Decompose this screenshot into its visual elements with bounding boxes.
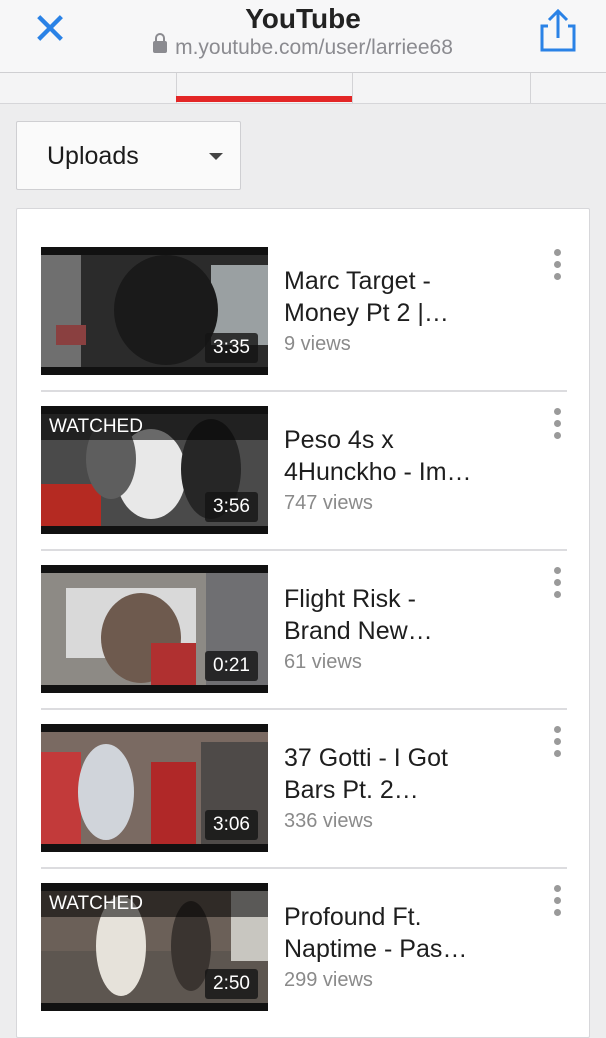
more-options-icon[interactable]	[550, 567, 564, 607]
video-thumbnail[interactable]: WATCHED 3:56	[41, 406, 268, 534]
share-icon[interactable]	[536, 8, 580, 54]
video-thumbnail[interactable]: 3:35	[41, 247, 268, 375]
video-views: 747 views	[284, 492, 373, 514]
tab-divider	[530, 73, 531, 103]
tab-divider	[352, 73, 353, 103]
more-options-icon[interactable]	[550, 249, 564, 289]
video-views: 61 views	[284, 651, 362, 673]
more-options-icon[interactable]	[550, 726, 564, 766]
video-item[interactable]: WATCHED 2:50 Profound Ft. Naptime - Pas……	[41, 845, 567, 1011]
watched-badge: WATCHED	[41, 891, 268, 917]
uploads-dropdown[interactable]: Uploads	[16, 121, 241, 190]
dropdown-label: Uploads	[47, 142, 139, 170]
url-text: m.youtube.com/user/larriee68	[175, 36, 453, 59]
video-duration: 2:50	[205, 969, 258, 999]
video-item[interactable]: WATCHED 3:56 Peso 4s x 4Hunckho - Im… 74…	[41, 368, 567, 534]
channel-tabs	[0, 73, 606, 104]
video-views: 9 views	[284, 333, 351, 355]
video-thumbnail[interactable]: 3:06	[41, 724, 268, 852]
video-views: 336 views	[284, 810, 373, 832]
page-title: YouTube	[245, 3, 361, 34]
watched-badge: WATCHED	[41, 414, 268, 440]
video-item[interactable]: 3:35 Marc Target - Money Pt 2 |… 9 views	[41, 209, 567, 375]
tab-videos-active[interactable]	[176, 96, 352, 102]
video-duration: 3:06	[205, 810, 258, 840]
address-bar[interactable]: m.youtube.com/user/larriee68	[0, 33, 606, 60]
video-thumbnail[interactable]: 0:21	[41, 565, 268, 693]
video-title[interactable]: Profound Ft. Naptime - Pas…	[284, 901, 534, 965]
video-item[interactable]: 3:06 37 Gotti - I Got Bars Pt. 2… 336 vi…	[41, 686, 567, 852]
more-options-icon[interactable]	[550, 408, 564, 448]
caret-down-icon	[209, 153, 223, 160]
video-list: 3:35 Marc Target - Money Pt 2 |… 9 views…	[16, 208, 590, 1038]
video-thumbnail[interactable]: WATCHED 2:50	[41, 883, 268, 1011]
video-item[interactable]: 0:21 Flight Risk - Brand New… 61 views	[41, 527, 567, 693]
video-duration: 3:56	[205, 492, 258, 522]
video-views: 299 views	[284, 969, 373, 991]
video-title[interactable]: Peso 4s x 4Hunckho - Im…	[284, 424, 534, 488]
video-duration: 0:21	[205, 651, 258, 681]
video-title[interactable]: 37 Gotti - I Got Bars Pt. 2…	[284, 742, 534, 806]
lock-icon	[153, 33, 168, 53]
video-title[interactable]: Flight Risk - Brand New…	[284, 583, 534, 647]
video-duration: 3:35	[205, 333, 258, 363]
video-title[interactable]: Marc Target - Money Pt 2 |…	[284, 265, 534, 329]
more-options-icon[interactable]	[550, 885, 564, 925]
browser-toolbar: ✕ YouTube m.youtube.com/user/larriee68	[0, 0, 606, 73]
